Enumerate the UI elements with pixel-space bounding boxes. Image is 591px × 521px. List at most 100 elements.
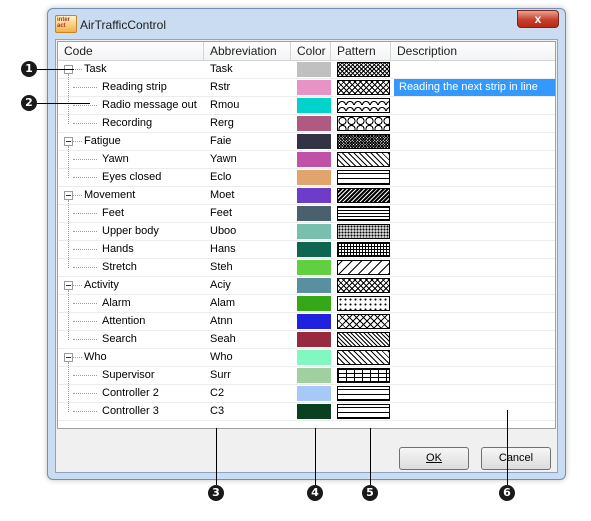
pattern-swatch[interactable] — [337, 242, 390, 257]
pattern-swatch[interactable] — [337, 98, 390, 113]
color-swatch[interactable] — [297, 350, 331, 365]
color-swatch[interactable] — [297, 242, 331, 257]
callout-5-line — [370, 428, 371, 485]
color-swatch[interactable] — [297, 278, 331, 293]
color-swatch[interactable] — [297, 152, 331, 167]
table-row[interactable]: Radio message out Rmou — [58, 97, 555, 115]
color-swatch[interactable] — [297, 224, 331, 239]
color-swatch[interactable] — [297, 98, 331, 113]
pattern-swatch[interactable] — [337, 224, 390, 239]
close-icon: x — [534, 12, 542, 26]
color-swatch[interactable] — [297, 188, 331, 203]
color-swatch[interactable] — [297, 134, 331, 149]
abbreviation-cell: C3 — [210, 405, 225, 417]
tree-connector — [73, 177, 97, 178]
collapse-icon[interactable] — [64, 191, 73, 200]
callout-3: 3 — [208, 485, 224, 501]
pattern-swatch[interactable] — [337, 116, 390, 131]
column-header-code[interactable]: Code — [58, 42, 204, 61]
color-swatch[interactable] — [297, 206, 331, 221]
table-row[interactable]: Who Who — [58, 349, 555, 367]
code-cell: Fatigue — [84, 135, 121, 147]
table-row[interactable]: Movement Moet — [58, 187, 555, 205]
table-row[interactable]: Controller 3 C3 — [58, 403, 555, 421]
color-swatch[interactable] — [297, 170, 331, 185]
table-row[interactable]: Recording Rerg — [58, 115, 555, 133]
pattern-swatch[interactable] — [337, 296, 390, 311]
pattern-swatch[interactable] — [337, 152, 390, 167]
color-swatch[interactable] — [297, 80, 331, 95]
table-row[interactable]: Alarm Alam — [58, 295, 555, 313]
abbreviation-cell: Feet — [210, 207, 233, 219]
callout-6: 6 — [499, 485, 515, 501]
column-header-color[interactable]: Color — [291, 42, 331, 61]
pattern-swatch[interactable] — [337, 332, 390, 347]
pattern-swatch[interactable] — [337, 386, 390, 401]
title-bar[interactable]: inter act AirTrafficControl x — [48, 9, 565, 39]
color-swatch[interactable] — [297, 116, 331, 131]
pattern-swatch[interactable] — [337, 404, 390, 419]
table-row[interactable]: Stretch Steh — [58, 259, 555, 277]
collapse-icon[interactable] — [64, 281, 73, 290]
color-swatch[interactable] — [297, 62, 331, 77]
abbreviation-cell: Moet — [210, 189, 235, 201]
table-row[interactable]: Upper body Uboo — [58, 223, 555, 241]
column-header-abbreviation[interactable]: Abbreviation — [204, 42, 291, 61]
color-swatch[interactable] — [297, 368, 331, 383]
pattern-swatch[interactable] — [337, 368, 390, 383]
pattern-swatch[interactable] — [337, 170, 390, 185]
tree-connector — [73, 321, 97, 322]
color-swatch[interactable] — [297, 404, 331, 419]
tree-connector — [73, 393, 97, 394]
collapse-icon[interactable] — [64, 353, 73, 362]
abbreviation-cell: Alam — [210, 297, 236, 309]
code-grid[interactable]: Code Abbreviation Color Pattern Descript… — [57, 41, 556, 429]
code-cell: Yawn — [102, 153, 129, 165]
table-row[interactable]: Task Task — [58, 61, 555, 79]
table-row[interactable]: Attention Atnn — [58, 313, 555, 331]
pattern-swatch[interactable] — [337, 278, 390, 293]
table-row[interactable]: Activity Aciy — [58, 277, 555, 295]
table-row[interactable]: Supervisor Surr — [58, 367, 555, 385]
column-header-pattern[interactable]: Pattern — [331, 42, 391, 61]
pattern-swatch[interactable] — [337, 134, 390, 149]
table-row[interactable]: Eyes closed Eclo — [58, 169, 555, 187]
cancel-button[interactable]: Cancel — [481, 447, 551, 470]
table-row[interactable]: Fatigue Faie — [58, 133, 555, 151]
code-cell: Radio message out — [102, 99, 197, 111]
pattern-swatch[interactable] — [337, 188, 390, 203]
pattern-swatch[interactable] — [337, 206, 390, 221]
callout-6-line — [507, 410, 508, 485]
collapse-icon[interactable] — [64, 137, 73, 146]
pattern-swatch[interactable] — [337, 314, 390, 329]
description-cell[interactable]: Reading the next strip in line — [394, 79, 555, 96]
ok-button[interactable]: OK — [399, 447, 469, 470]
code-cell: Who — [84, 351, 107, 363]
color-swatch[interactable] — [297, 314, 331, 329]
abbreviation-cell: Rmou — [210, 99, 240, 111]
code-cell: Recording — [102, 117, 153, 129]
pattern-swatch[interactable] — [337, 350, 390, 365]
color-swatch[interactable] — [297, 296, 331, 311]
close-button[interactable]: x — [517, 10, 559, 28]
tree-connector — [73, 249, 97, 250]
abbreviation-cell: Who — [210, 351, 233, 363]
table-row[interactable]: Controller 2 C2 — [58, 385, 555, 403]
color-swatch[interactable] — [297, 386, 331, 401]
table-row[interactable]: Search Seah — [58, 331, 555, 349]
table-row[interactable]: Feet Feet — [58, 205, 555, 223]
table-row[interactable]: Yawn Yawn — [58, 151, 555, 169]
callout-2-line — [37, 103, 90, 104]
color-swatch[interactable] — [297, 332, 331, 347]
pattern-swatch[interactable] — [337, 80, 390, 95]
abbreviation-cell: Surr — [210, 369, 231, 381]
column-header-description[interactable]: Description — [391, 42, 555, 61]
color-swatch[interactable] — [297, 260, 331, 275]
tree-connector — [73, 285, 82, 286]
table-row[interactable]: Reading strip Rstr Reading the next strip … — [58, 79, 555, 97]
table-row[interactable]: Hands Hans — [58, 241, 555, 259]
abbreviation-cell: Eclo — [210, 171, 232, 183]
app-icon: inter act — [55, 15, 77, 33]
pattern-swatch[interactable] — [337, 260, 390, 275]
pattern-swatch[interactable] — [337, 62, 390, 77]
